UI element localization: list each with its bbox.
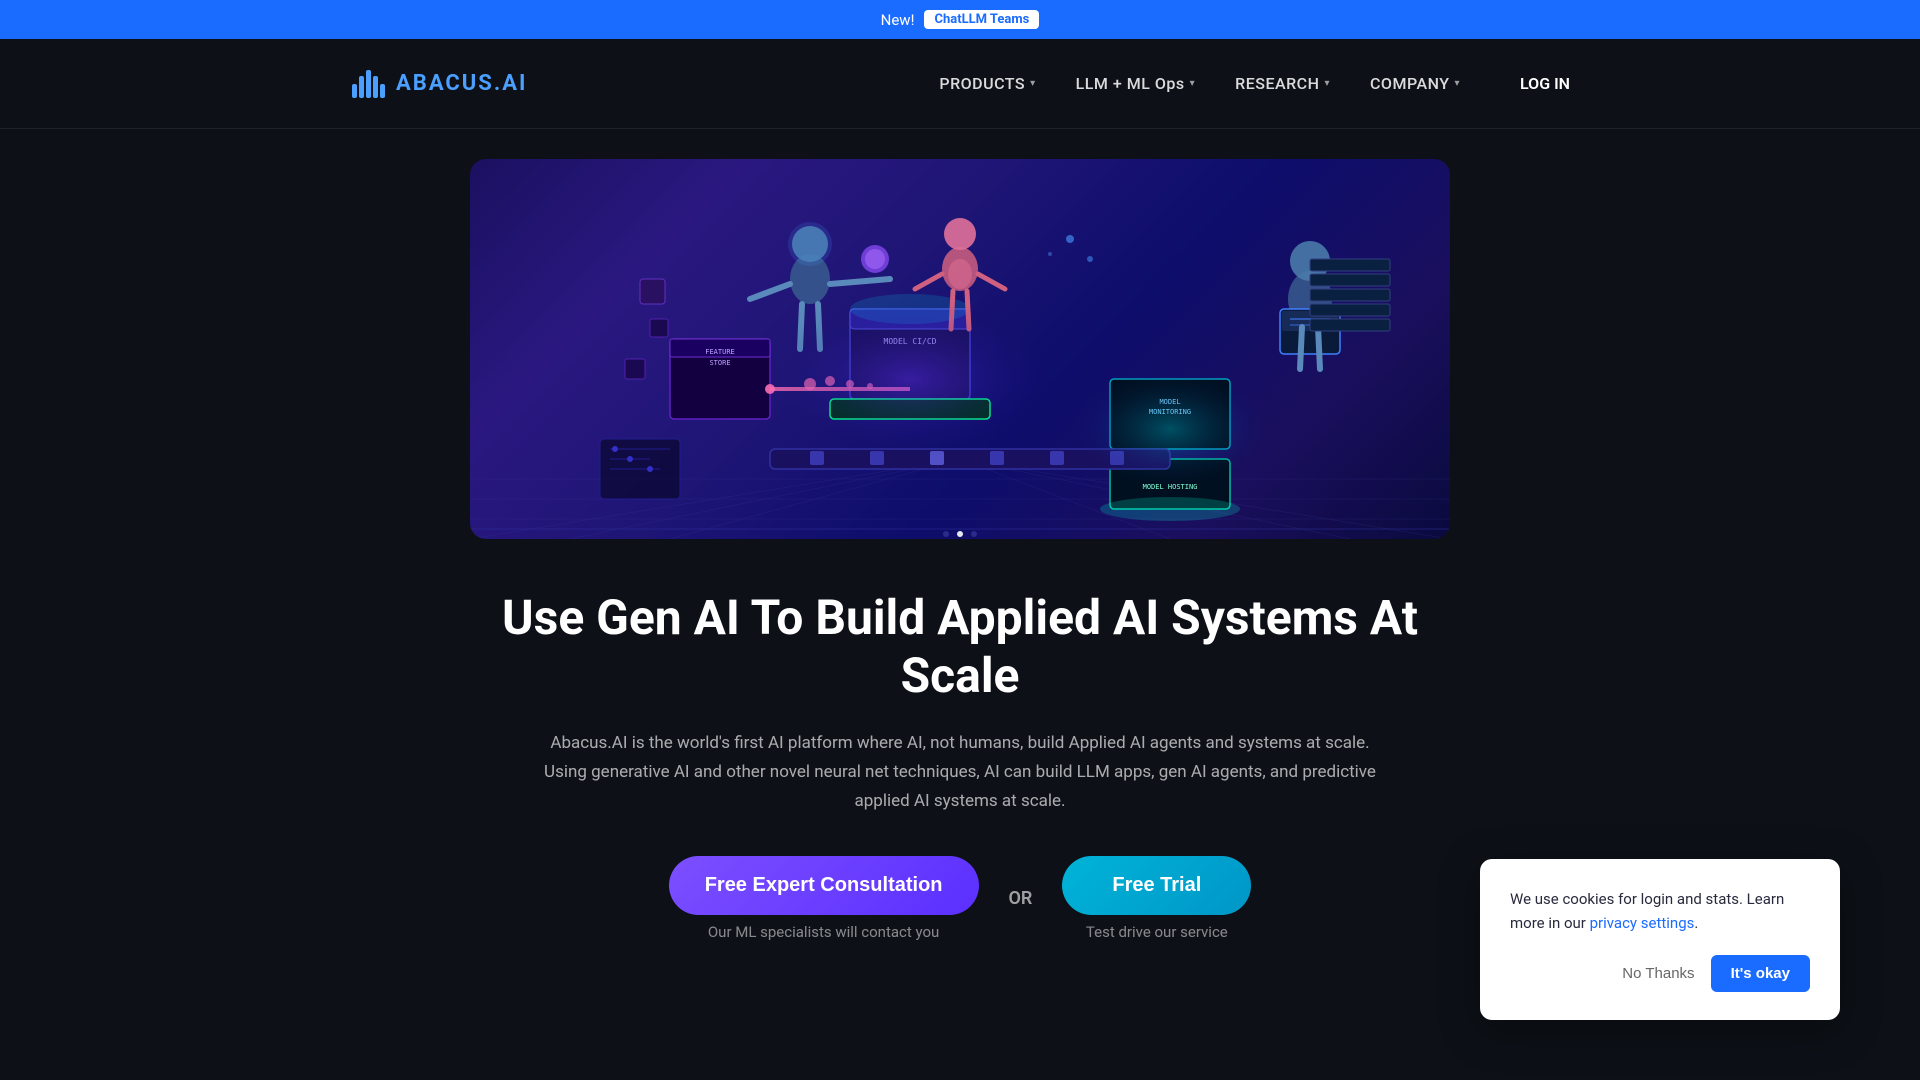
nav-item-company[interactable]: COMPANY ▾ [1370,74,1460,93]
hero-image-bg: MODEL CI/CD FEATURE STORE [470,159,1450,539]
top-banner: New! ChatLLM Teams [0,0,1920,39]
svg-text:FEATURE: FEATURE [705,348,735,356]
hero-image-container: MODEL CI/CD FEATURE STORE [470,159,1450,539]
banner-link[interactable]: ChatLLM Teams [924,10,1039,29]
hero-illustration: MODEL CI/CD FEATURE STORE [470,159,1450,539]
cookie-banner: We use cookies for login and stats. Lear… [1480,859,1840,1020]
main-heading: Use Gen AI To Build Applied AI Systems A… [490,589,1430,704]
company-dropdown-arrow: ▾ [1454,78,1460,89]
trial-subtext: Test drive our service [1086,923,1228,941]
privacy-settings-link[interactable]: privacy settings [1590,914,1695,932]
banner-new-label: New! [881,11,915,29]
no-thanks-button[interactable]: No Thanks [1622,965,1694,982]
nav-item-llm[interactable]: LLM + ML Ops ▾ [1076,74,1196,93]
logo[interactable]: ABACUS.AI [350,66,527,102]
cookie-buttons: No Thanks It's okay [1510,955,1810,992]
nav-links: PRODUCTS ▾ LLM + ML Ops ▾ RESEARCH ▾ COM… [939,74,1570,93]
okay-button[interactable]: It's okay [1711,955,1810,992]
content-section: Use Gen AI To Build Applied AI Systems A… [470,539,1450,981]
consultation-group: Free Expert Consultation Our ML speciali… [669,856,979,941]
trial-group: Free Trial Test drive our service [1062,856,1251,941]
research-dropdown-arrow: ▾ [1324,78,1330,89]
consultation-button[interactable]: Free Expert Consultation [669,856,979,915]
login-button[interactable]: LOG IN [1520,74,1570,93]
cookie-text: We use cookies for login and stats. Lear… [1510,887,1810,935]
or-divider: OR [1009,888,1033,909]
logo-icon [350,66,386,102]
nav-item-products[interactable]: PRODUCTS ▾ [939,74,1035,93]
llm-dropdown-arrow: ▾ [1190,78,1196,89]
cta-area: Free Expert Consultation Our ML speciali… [490,856,1430,941]
navbar: ABACUS.AI PRODUCTS ▾ LLM + ML Ops ▾ RESE… [0,39,1920,129]
nav-item-research[interactable]: RESEARCH ▾ [1235,74,1330,93]
logo-text: ABACUS.AI [396,71,527,96]
consultation-subtext: Our ML specialists will contact you [708,923,939,941]
products-dropdown-arrow: ▾ [1030,78,1036,89]
description-text: Abacus.AI is the world's first AI platfo… [530,729,1390,816]
svg-text:STORE: STORE [709,359,730,367]
trial-button[interactable]: Free Trial [1062,856,1251,915]
